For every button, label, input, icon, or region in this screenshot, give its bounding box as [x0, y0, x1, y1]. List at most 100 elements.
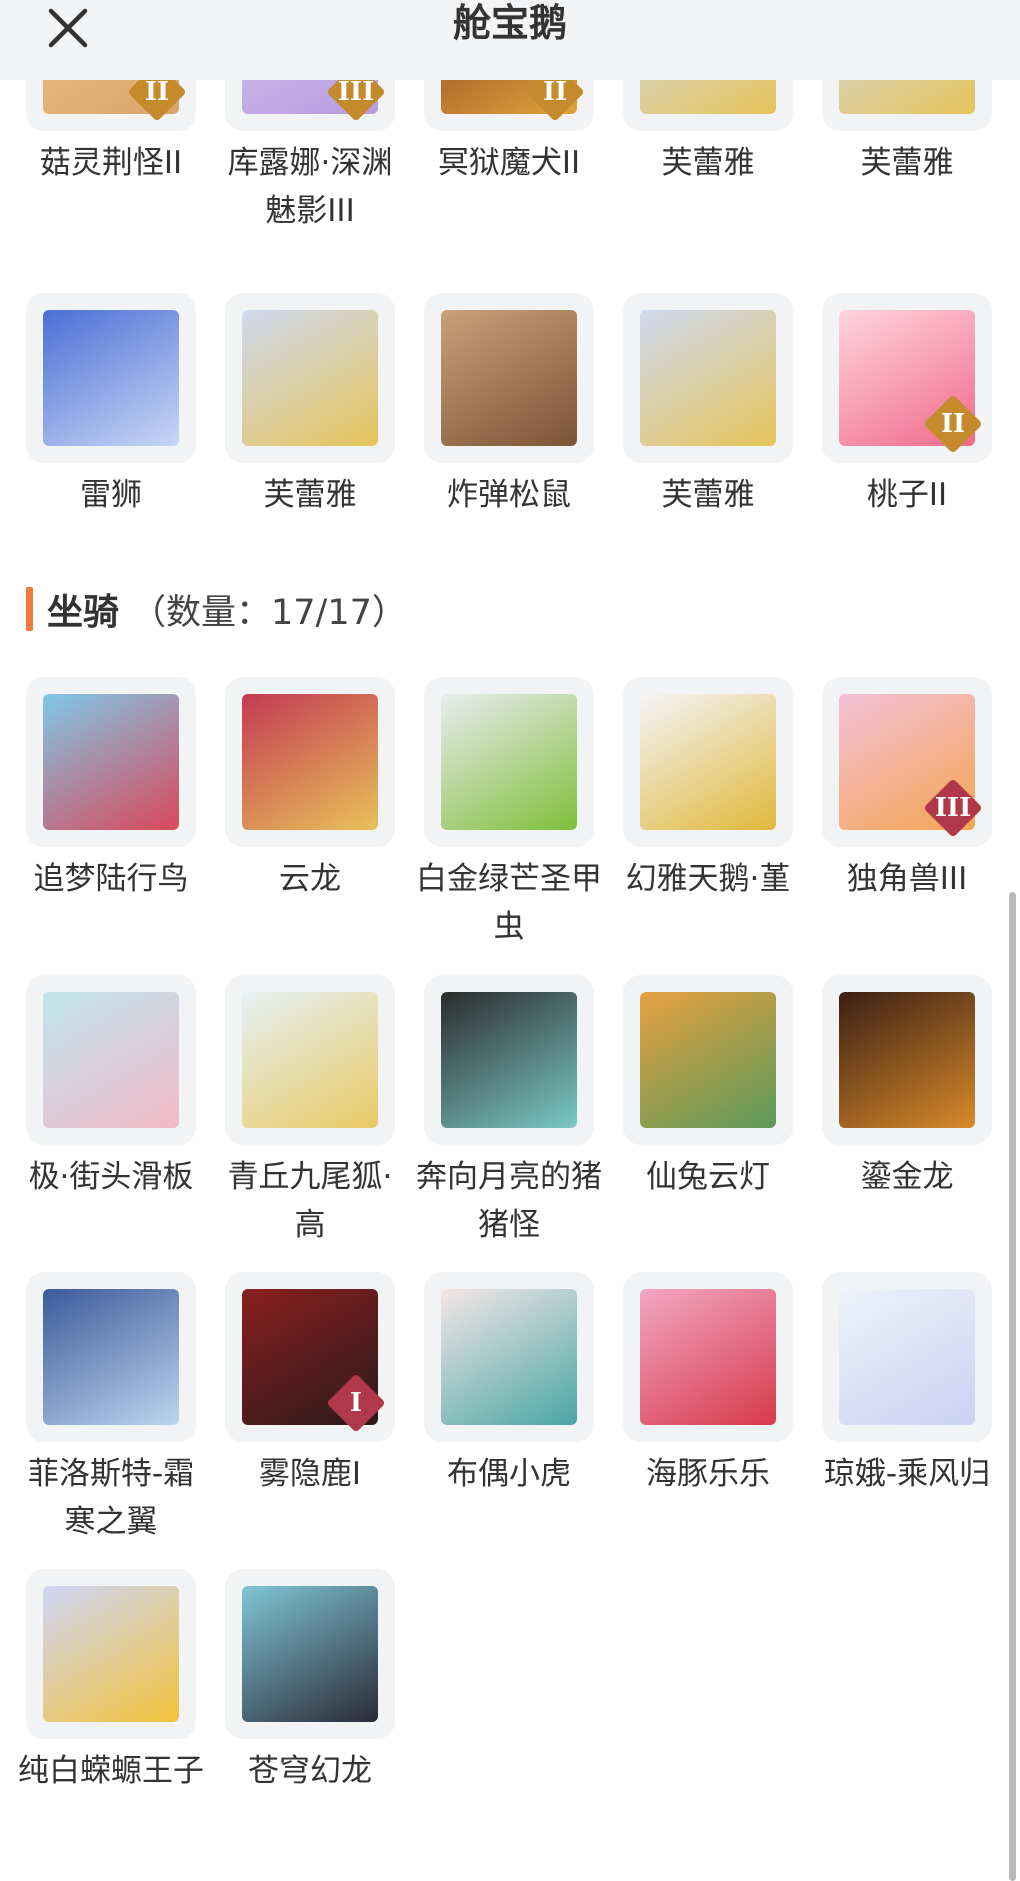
item-name: 云龙	[279, 861, 341, 897]
item-card[interactable]: 追梦陆行鸟	[12, 677, 210, 903]
item-image	[640, 1289, 776, 1425]
item-card[interactable]: II 桃子II	[808, 293, 1006, 519]
item-name: 苍穹幻龙	[248, 1753, 372, 1789]
tier-badge-text: II	[940, 409, 966, 439]
item-card[interactable]: 芙蕾雅	[211, 293, 409, 519]
item-thumbnail: I	[225, 1272, 395, 1442]
section-title: 坐骑	[47, 592, 120, 633]
item-card[interactable]: 苍穹幻龙	[211, 1569, 409, 1795]
item-thumbnail	[424, 1272, 594, 1442]
item-card[interactable]: 海豚乐乐	[609, 1272, 807, 1498]
item-image	[43, 992, 179, 1128]
item-thumbnail	[424, 293, 594, 463]
item-thumbnail	[26, 1272, 196, 1442]
item-thumbnail	[623, 293, 793, 463]
item-card[interactable]: 琼娥-乘风归	[808, 1272, 1006, 1498]
item-name: 雷狮	[80, 477, 142, 513]
item-name: 琼娥-乘风归	[823, 1456, 991, 1492]
item-name: 菇灵荆怪II	[39, 145, 183, 181]
item-name: 海豚乐乐	[646, 1456, 770, 1492]
item-image	[441, 992, 577, 1128]
scrollbar[interactable]	[1009, 892, 1016, 1881]
tier-badge-text: III	[934, 793, 972, 823]
item-image	[640, 310, 776, 446]
page-title: 舱宝鹅	[452, 1, 567, 45]
mounts-section-header: 坐骑 （数量：17/17）	[26, 585, 407, 633]
item-name: 奔向月亮的猪猪怪	[416, 1159, 602, 1243]
item-name: 布偶小虎	[447, 1456, 571, 1492]
item-name: 极·街头滑板	[28, 1159, 194, 1195]
item-image	[43, 694, 179, 830]
item-thumbnail	[26, 677, 196, 847]
item-card[interactable]: I 雾隐鹿I	[211, 1272, 409, 1498]
item-card[interactable]: 白金绿芒圣甲虫	[410, 677, 608, 951]
item-thumbnail	[26, 1569, 196, 1739]
item-image	[43, 1586, 179, 1722]
item-name: 仙兔云灯	[646, 1159, 770, 1195]
item-thumbnail	[26, 293, 196, 463]
item-card[interactable]: 极·街头滑板	[12, 975, 210, 1201]
item-name: 菲洛斯特-霜寒之翼	[27, 1456, 195, 1540]
item-thumbnail	[424, 677, 594, 847]
item-image	[441, 694, 577, 830]
item-thumbnail	[623, 1272, 793, 1442]
item-name: 芙蕾雅	[661, 477, 755, 513]
item-name: 鎏金龙	[860, 1159, 954, 1195]
item-card[interactable]: 布偶小虎	[410, 1272, 608, 1498]
top-navbar: 舱宝鹅	[0, 0, 1020, 80]
item-card[interactable]: 菲洛斯特-霜寒之翼	[12, 1272, 210, 1546]
item-image	[43, 1289, 179, 1425]
item-card[interactable]: 鎏金龙	[808, 975, 1006, 1201]
item-name: 追梦陆行鸟	[33, 861, 189, 897]
item-image	[43, 310, 179, 446]
item-image	[242, 1586, 378, 1722]
item-card[interactable]: 纯白蝾螈王子	[12, 1569, 210, 1795]
item-thumbnail	[225, 1569, 395, 1739]
item-card[interactable]: 芙蕾雅	[609, 293, 807, 519]
item-name: 幻雅天鹅·堇	[625, 861, 791, 897]
item-image	[242, 310, 378, 446]
item-thumbnail	[225, 293, 395, 463]
section-count: （数量：17/17）	[131, 592, 407, 633]
item-name: 白金绿芒圣甲虫	[416, 861, 602, 945]
item-thumbnail: II	[822, 293, 992, 463]
item-image	[242, 694, 378, 830]
item-card[interactable]: 炸弹松鼠	[410, 293, 608, 519]
item-name: 纯白蝾螈王子	[18, 1753, 204, 1789]
item-name: 雾隐鹿I	[258, 1456, 362, 1492]
item-thumbnail	[225, 677, 395, 847]
item-card[interactable]: 青丘九尾狐·高	[211, 975, 409, 1249]
item-card[interactable]: 仙兔云灯	[609, 975, 807, 1201]
item-name: 芙蕾雅	[661, 145, 755, 181]
item-thumbnail	[822, 975, 992, 1145]
item-thumbnail	[623, 677, 793, 847]
item-name: 青丘九尾狐·高	[227, 1159, 393, 1243]
item-thumbnail	[424, 975, 594, 1145]
item-image	[640, 694, 776, 830]
item-card[interactable]: 雷狮	[12, 293, 210, 519]
item-name: 芙蕾雅	[860, 145, 954, 181]
item-image	[640, 992, 776, 1128]
item-card[interactable]: 奔向月亮的猪猪怪	[410, 975, 608, 1249]
item-thumbnail	[822, 1272, 992, 1442]
item-thumbnail: III	[822, 677, 992, 847]
item-thumbnail	[26, 975, 196, 1145]
item-image	[441, 310, 577, 446]
item-thumbnail	[225, 975, 395, 1145]
item-image	[839, 992, 975, 1128]
tier-badge-text: I	[349, 1388, 363, 1418]
item-thumbnail	[623, 975, 793, 1145]
item-name: 独角兽III	[846, 861, 968, 897]
item-name: 炸弹松鼠	[447, 477, 571, 513]
page: 舱宝鹅 II 菇灵荆怪II III 库露娜·深渊魅影III II 冥狱魔犬II 芙蕾雅 芙蕾雅…	[0, 0, 1020, 1881]
item-name: 冥狱魔犬II	[437, 145, 581, 181]
item-image	[441, 1289, 577, 1425]
item-image	[839, 1289, 975, 1425]
item-name: 库露娜·深渊魅影III	[227, 145, 393, 229]
section-accent-bar	[26, 587, 33, 631]
item-card[interactable]: III 独角兽III	[808, 677, 1006, 903]
item-image	[242, 992, 378, 1128]
item-card[interactable]: 云龙	[211, 677, 409, 903]
item-card[interactable]: 幻雅天鹅·堇	[609, 677, 807, 903]
item-name: 桃子II	[866, 477, 948, 513]
